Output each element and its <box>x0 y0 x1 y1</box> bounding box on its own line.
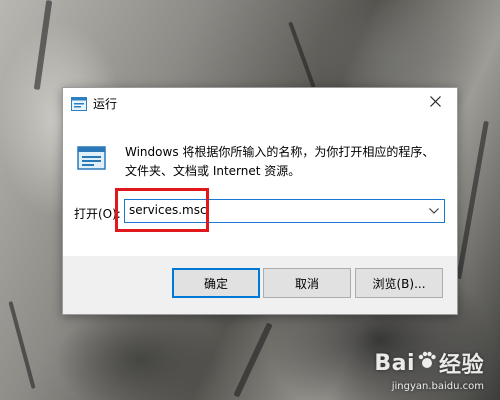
cancel-button[interactable]: 取消 <box>263 268 351 298</box>
open-label: 打开(O): <box>74 207 121 221</box>
watermark-brand-left: Bai <box>374 350 415 376</box>
run-icon <box>71 96 87 111</box>
close-icon <box>429 95 441 111</box>
dialog-description: Windows 将根据你所输入的名称，为你打开相应的程序、文件夹、文档或 Int… <box>125 145 435 178</box>
title-bar[interactable]: 运行 <box>63 88 457 118</box>
wallpaper-crack <box>233 322 273 398</box>
watermark-brand-right: 经验 <box>438 353 484 378</box>
dialog-title: 运行 <box>93 97 118 111</box>
ok-button[interactable]: 确定 <box>172 268 260 298</box>
wallpaper-crack <box>33 0 53 90</box>
run-icon <box>75 141 109 175</box>
browse-button[interactable]: 浏览(B)... <box>355 268 443 298</box>
paw-icon <box>417 350 437 376</box>
wallpaper-crack <box>8 301 36 389</box>
wallpaper-crack <box>288 21 316 89</box>
watermark-url: jingyan.baidu.com <box>391 381 484 392</box>
watermark: Bai 经验 jingyan.baidu.com <box>374 347 484 393</box>
input-highlight-annotation <box>115 188 209 232</box>
chevron-down-icon[interactable] <box>424 200 444 222</box>
wallpaper-crack <box>456 120 489 280</box>
watermark-brand: Bai 经验 <box>374 347 484 379</box>
close-button[interactable] <box>413 88 457 118</box>
